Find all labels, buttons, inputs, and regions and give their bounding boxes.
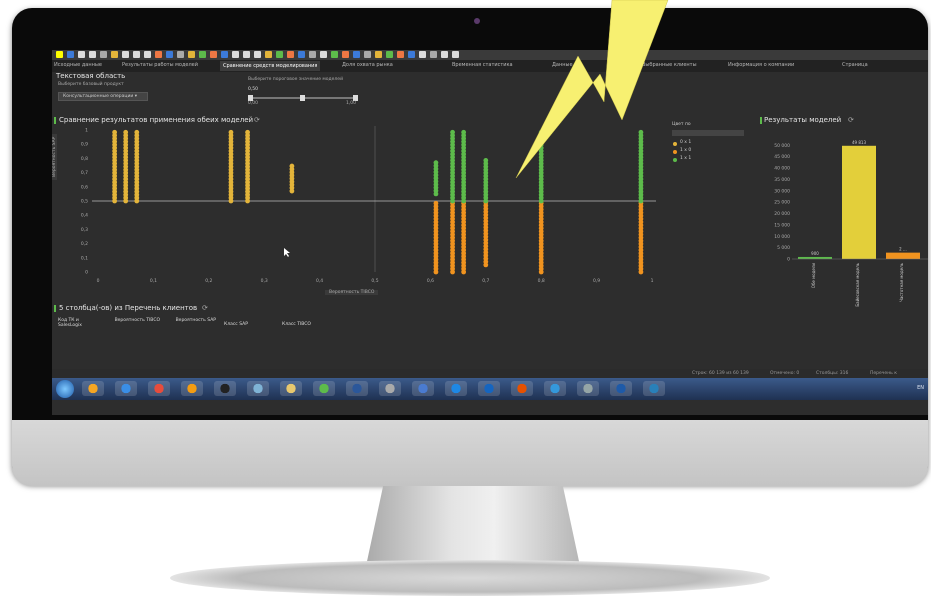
- bar-y-tick-label: 15 000: [774, 222, 790, 228]
- taskbar-app-button[interactable]: [82, 381, 104, 396]
- taskbar-app-button[interactable]: [577, 381, 599, 396]
- taskbar-app-button[interactable]: [412, 381, 434, 396]
- list-accent: [54, 305, 56, 312]
- status-rows: Строк: 60 139 из 60 139: [692, 371, 749, 376]
- start-button[interactable]: [56, 380, 74, 398]
- bar[interactable]: [798, 256, 832, 259]
- taskbar-app-button[interactable]: [115, 381, 137, 396]
- monitor-stand-base: [170, 560, 770, 596]
- col-header-sap-prob[interactable]: Вероятность SAP: [170, 318, 216, 323]
- monitor-chin: [12, 420, 928, 486]
- taskbar: EN: [52, 378, 928, 400]
- list-refresh-icon[interactable]: ⟳: [202, 304, 208, 312]
- taskbar-app-button[interactable]: [346, 381, 368, 396]
- bar-category-label: Частотная модель: [899, 262, 904, 301]
- status-columns: Столбцы: 316: [816, 371, 849, 376]
- taskbar-app-button[interactable]: [478, 381, 500, 396]
- taskbar-app-button[interactable]: [313, 381, 335, 396]
- bar-category-label: Байесовская модель: [855, 262, 860, 306]
- taskbar-app-button[interactable]: [280, 381, 302, 396]
- mouse-cursor-icon: [284, 248, 290, 257]
- bar-y-tick-label: 0: [787, 257, 790, 263]
- bar-y-tick-label: 25 000: [774, 200, 790, 206]
- lightning-bolt-icon: [515, 0, 669, 179]
- taskbar-app-button[interactable]: [247, 381, 269, 396]
- taskbar-app-button[interactable]: [379, 381, 401, 396]
- system-tray: EN: [917, 385, 924, 391]
- taskbar-app-button[interactable]: [610, 381, 632, 396]
- monitor-stand-neck: [366, 486, 580, 566]
- language-indicator[interactable]: EN: [917, 385, 924, 391]
- status-filter: Перечень к: [870, 371, 897, 376]
- bar-y-tick-label: 10 000: [774, 234, 790, 240]
- col-header-tibco-prob[interactable]: Вероятность TIBCO: [114, 318, 160, 323]
- status-bar: Строк: 60 139 из 60 139 Отмечено: 0 Стол…: [52, 369, 928, 378]
- taskbar-app-button[interactable]: [643, 381, 665, 396]
- taskbar-app-button[interactable]: [214, 381, 236, 396]
- list-title: 5 столбца(-ов) из Перечень клиентов: [59, 304, 198, 312]
- col-header-sap-class[interactable]: Класс SAP: [224, 322, 248, 327]
- taskbar-app-button[interactable]: [511, 381, 533, 396]
- bar-y-tick-label: 20 000: [774, 211, 790, 217]
- taskbar-app-button[interactable]: [544, 381, 566, 396]
- col-header-tibco-class[interactable]: Класс TIBCO: [282, 322, 311, 327]
- bar-data-label: 2 ...: [899, 247, 907, 252]
- taskbar-app-button[interactable]: [148, 381, 170, 396]
- bar-y-tick-label: 5 000: [777, 245, 790, 251]
- status-marked: Отмечено: 0: [770, 371, 800, 376]
- bar[interactable]: [886, 252, 920, 259]
- bar-category-label: Обе модели: [811, 263, 816, 289]
- taskbar-app-button[interactable]: [445, 381, 467, 396]
- taskbar-app-button[interactable]: [181, 381, 203, 396]
- bar-data-label: 900: [811, 251, 819, 256]
- col-header-code[interactable]: Код ТК и SalesLogix: [58, 318, 98, 328]
